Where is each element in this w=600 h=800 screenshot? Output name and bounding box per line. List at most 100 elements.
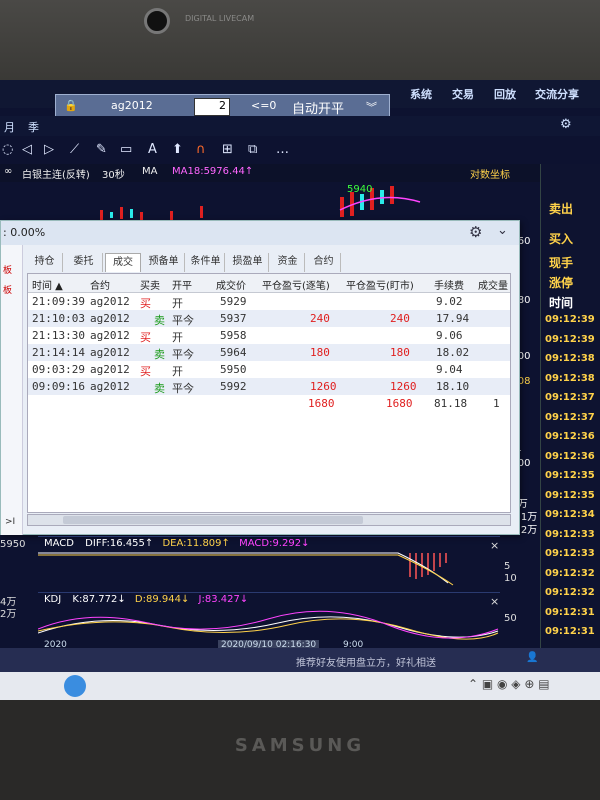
- auto-open-close-mode[interactable]: 自动开平: [292, 98, 344, 117]
- left-bracket-icon[interactable]: ◁: [22, 142, 32, 157]
- cell-open-close: 开: [172, 297, 183, 310]
- os-taskbar: ⌃ ▣ ◉ ◈ ⊕ ▤: [0, 672, 600, 700]
- col-open-close[interactable]: 开平: [172, 277, 192, 292]
- table-total-row[interactable]: 1680 1680 81.18 1: [28, 395, 510, 412]
- cell-fee: 18.02: [436, 346, 470, 359]
- close-macd-icon[interactable]: ×: [490, 539, 499, 552]
- col-fee[interactable]: 手续费: [434, 277, 464, 292]
- cell-fee: 9.04: [436, 363, 463, 376]
- col-contract[interactable]: 合约: [90, 277, 110, 292]
- close-kdj-icon[interactable]: ×: [490, 595, 499, 608]
- chart-period[interactable]: 30秒: [102, 166, 125, 181]
- chart-instrument-name[interactable]: 白银主连(反转): [22, 166, 90, 181]
- tab-fills[interactable]: 成交: [105, 253, 141, 272]
- cell-side: 卖: [154, 348, 165, 361]
- table-row[interactable]: 21:13:30 ag2012 买 开 5958 9.06: [28, 327, 510, 344]
- cell-pnl-mark: 1260: [390, 380, 417, 393]
- buy-button[interactable]: 买入: [549, 230, 573, 247]
- user-icon[interactable]: 👤: [526, 652, 538, 663]
- total-pnl-per-trade: 1680: [308, 397, 335, 410]
- chart-ma-label[interactable]: MA: [142, 166, 157, 177]
- tick-time: 09:12:36: [545, 431, 595, 442]
- tab-contracts[interactable]: 合约: [307, 253, 341, 272]
- cell-side: 买: [140, 365, 151, 378]
- cell-time: 21:13:30: [32, 329, 85, 342]
- col-pnl-mark[interactable]: 平仓盈亏(盯市): [346, 277, 414, 292]
- tab-stop-profit[interactable]: 损盈单: [227, 253, 269, 272]
- text-icon[interactable]: A: [148, 142, 157, 157]
- tab-positions[interactable]: 持仓: [27, 253, 63, 272]
- trend-line-icon[interactable]: ⟋: [70, 142, 79, 157]
- minimize-icon[interactable]: ⌄: [497, 223, 508, 238]
- cell-price: 5950: [220, 363, 247, 376]
- table-row[interactable]: 21:14:14 ag2012 卖平今 5964 180 180 18.02: [28, 344, 510, 361]
- table-row[interactable]: 21:09:39 ag2012 买 开 5929 9.02: [28, 293, 510, 310]
- webcam-icon: [144, 8, 170, 34]
- menu-replay[interactable]: 回放: [494, 86, 516, 102]
- table-row[interactable]: 21:10:03 ag2012 卖平今 5937 240 240 17.94: [28, 310, 510, 327]
- right-bracket-icon[interactable]: ▷: [44, 142, 54, 157]
- chevron-down-icon[interactable]: ︾: [366, 99, 377, 115]
- monitor-bezel-top: DIGITAL LIVECAM: [0, 0, 600, 80]
- col-price[interactable]: 成交价: [216, 277, 246, 292]
- macd-panel[interactable]: MACD DIFF:16.455↑ DEA:11.809↑ MACD:9.292…: [38, 536, 517, 588]
- circle-arrow-icon[interactable]: ◌: [2, 142, 13, 157]
- settings-gear-icon[interactable]: ⚙: [560, 117, 572, 132]
- chart-ma18-value: MA18:5976.44↑: [172, 166, 254, 177]
- cell-pnl-per-trade: 1260: [310, 380, 337, 393]
- col-time[interactable]: 时间 ▲: [32, 277, 63, 292]
- cell-time: 21:09:39: [32, 295, 85, 308]
- cell-fee: 17.94: [436, 312, 470, 325]
- magnet-icon[interactable]: ∩: [196, 142, 206, 157]
- tick-time: 09:12:33: [545, 548, 595, 559]
- table-row[interactable]: 09:03:29 ag2012 买 开 5950 9.04: [28, 361, 510, 378]
- tab-orders[interactable]: 委托: [65, 253, 103, 272]
- table-row[interactable]: 09:09:16 ag2012 卖平今 5992 1260 1260 18.10: [28, 378, 510, 395]
- settings-icon[interactable]: ⚙: [469, 223, 482, 241]
- tab-funds[interactable]: 资金: [271, 253, 305, 272]
- quantity-input[interactable]: 2: [194, 98, 230, 116]
- ruler-icon[interactable]: ▭: [120, 142, 132, 157]
- cell-pnl-per-trade: 240: [310, 312, 330, 325]
- col-pnl-per-trade[interactable]: 平仓盈亏(逐笔): [262, 277, 330, 292]
- log-axis-toggle[interactable]: 对数坐标: [470, 166, 510, 181]
- menu-trade[interactable]: 交易: [452, 86, 474, 102]
- col-side[interactable]: 买卖: [140, 277, 160, 292]
- col-volume[interactable]: 成交量: [478, 277, 508, 292]
- horizontal-scrollbar[interactable]: [27, 514, 511, 526]
- cell-time: 09:03:29: [32, 363, 85, 376]
- cell-contract: ag2012: [90, 363, 130, 376]
- tick-time: 09:12:35: [545, 489, 595, 501]
- up-arrow-icon[interactable]: ⬆: [172, 142, 183, 157]
- menu-month[interactable]: 月: [4, 119, 15, 135]
- tab-conditional[interactable]: 条件单: [187, 253, 225, 272]
- lock-icon[interactable]: 🔒: [64, 99, 78, 112]
- status-promo-text: 推荐好友使用盘立方，好礼相送: [296, 658, 436, 669]
- cell-open-close: 开: [172, 365, 183, 378]
- grid-icon[interactable]: ⊞: [222, 142, 233, 157]
- candlestick-chart[interactable]: 5940 −: [0, 179, 590, 222]
- sell-button[interactable]: 卖出: [549, 200, 573, 217]
- symbol-label[interactable]: ag2012: [111, 99, 153, 112]
- menu-system[interactable]: 系统: [410, 86, 432, 102]
- share-icon[interactable]: ⧉: [248, 142, 257, 157]
- cell-side: 卖: [154, 382, 165, 395]
- system-tray-icons[interactable]: ⌃ ▣ ◉ ◈ ⊕ ▤: [468, 677, 550, 691]
- more-icon[interactable]: …: [276, 142, 289, 157]
- tab-prep-orders[interactable]: 预备单: [143, 253, 185, 272]
- scroll-end-marker[interactable]: >I: [5, 517, 15, 527]
- scrollbar-thumb[interactable]: [63, 516, 363, 524]
- macd-svg: [38, 552, 454, 586]
- cell-price: 5958: [220, 329, 247, 342]
- chart-link-icon: ∞: [4, 166, 13, 177]
- browser-taskbar-icon[interactable]: [64, 675, 86, 697]
- cell-contract: ag2012: [90, 295, 130, 308]
- position-arrow[interactable]: <=0: [251, 99, 276, 112]
- kdj-left-axis-2w: 2万: [0, 609, 17, 620]
- menu-quarter[interactable]: 季: [28, 119, 39, 135]
- dialog-title: : 0.00%: [3, 226, 46, 239]
- pen-icon[interactable]: ✎: [96, 142, 107, 157]
- right-quote-panel: 卖出 买入 现手 涨停 时间 09:12:39 09:12:39 09:12:38 0…: [540, 164, 600, 700]
- cell-contract: ag2012: [90, 329, 130, 342]
- menu-share[interactable]: 交流分享: [535, 86, 579, 102]
